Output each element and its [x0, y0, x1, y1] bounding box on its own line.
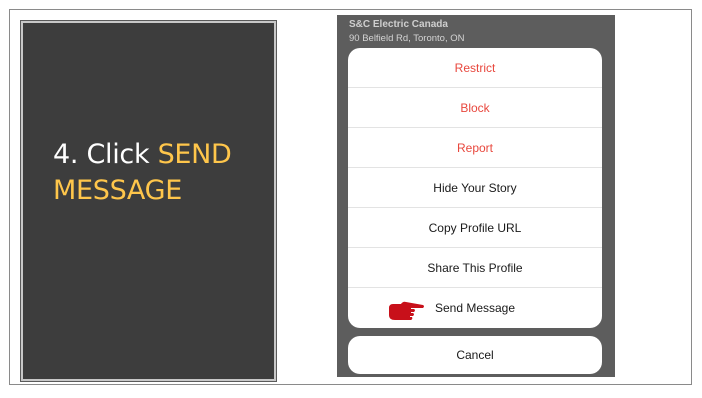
restrict-button[interactable]: Restrict [348, 48, 602, 88]
step-prefix: 4. Click [53, 139, 158, 170]
copy-profile-url-button[interactable]: Copy Profile URL [348, 208, 602, 248]
instruction-text: 4. Click SEND MESSAGE [53, 137, 268, 209]
step-highlight-send: SEND [157, 139, 232, 170]
phone-screenshot: S&C Electric Canada 90 Belfield Rd, Toro… [337, 15, 615, 377]
step-highlight-message: MESSAGE [53, 175, 183, 206]
block-button[interactable]: Block [348, 88, 602, 128]
pointing-hand-icon [389, 301, 424, 320]
report-button[interactable]: Report [348, 128, 602, 168]
cancel-button[interactable]: Cancel [348, 336, 602, 374]
hide-your-story-button[interactable]: Hide Your Story [348, 168, 602, 208]
action-sheet: Restrict Block Report Hide Your Story Co… [348, 48, 602, 328]
profile-address: 90 Belfield Rd, Toronto, ON [349, 33, 465, 44]
instruction-panel: 4. Click SEND MESSAGE [20, 20, 277, 382]
share-this-profile-button[interactable]: Share This Profile [348, 248, 602, 288]
profile-name: S&C Electric Canada [349, 19, 448, 30]
